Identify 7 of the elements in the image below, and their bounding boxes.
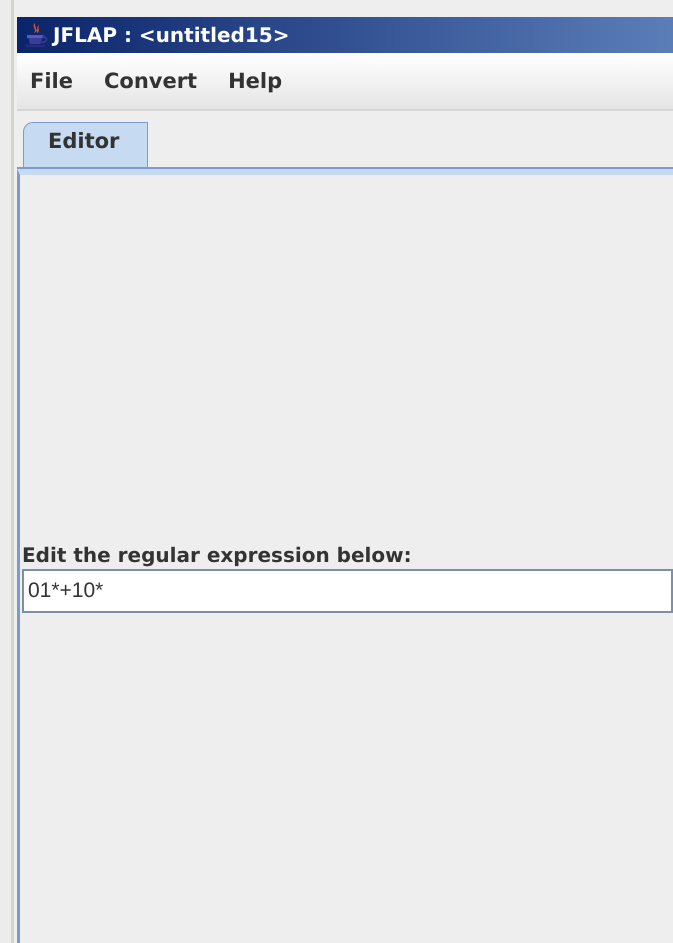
- menu-item[interactable]: Help: [228, 69, 282, 93]
- input-field[interactable]: 01*+10*: [22, 569, 673, 613]
- field-label: Edit the regular expression below:: [22, 543, 413, 569]
- window-title: JFLAP : <untitled15>: [53, 23, 290, 47]
- tab[interactable]: Editor: [23, 122, 148, 167]
- menu-item[interactable]: File: [30, 69, 73, 93]
- menu-item[interactable]: Convert: [104, 69, 198, 93]
